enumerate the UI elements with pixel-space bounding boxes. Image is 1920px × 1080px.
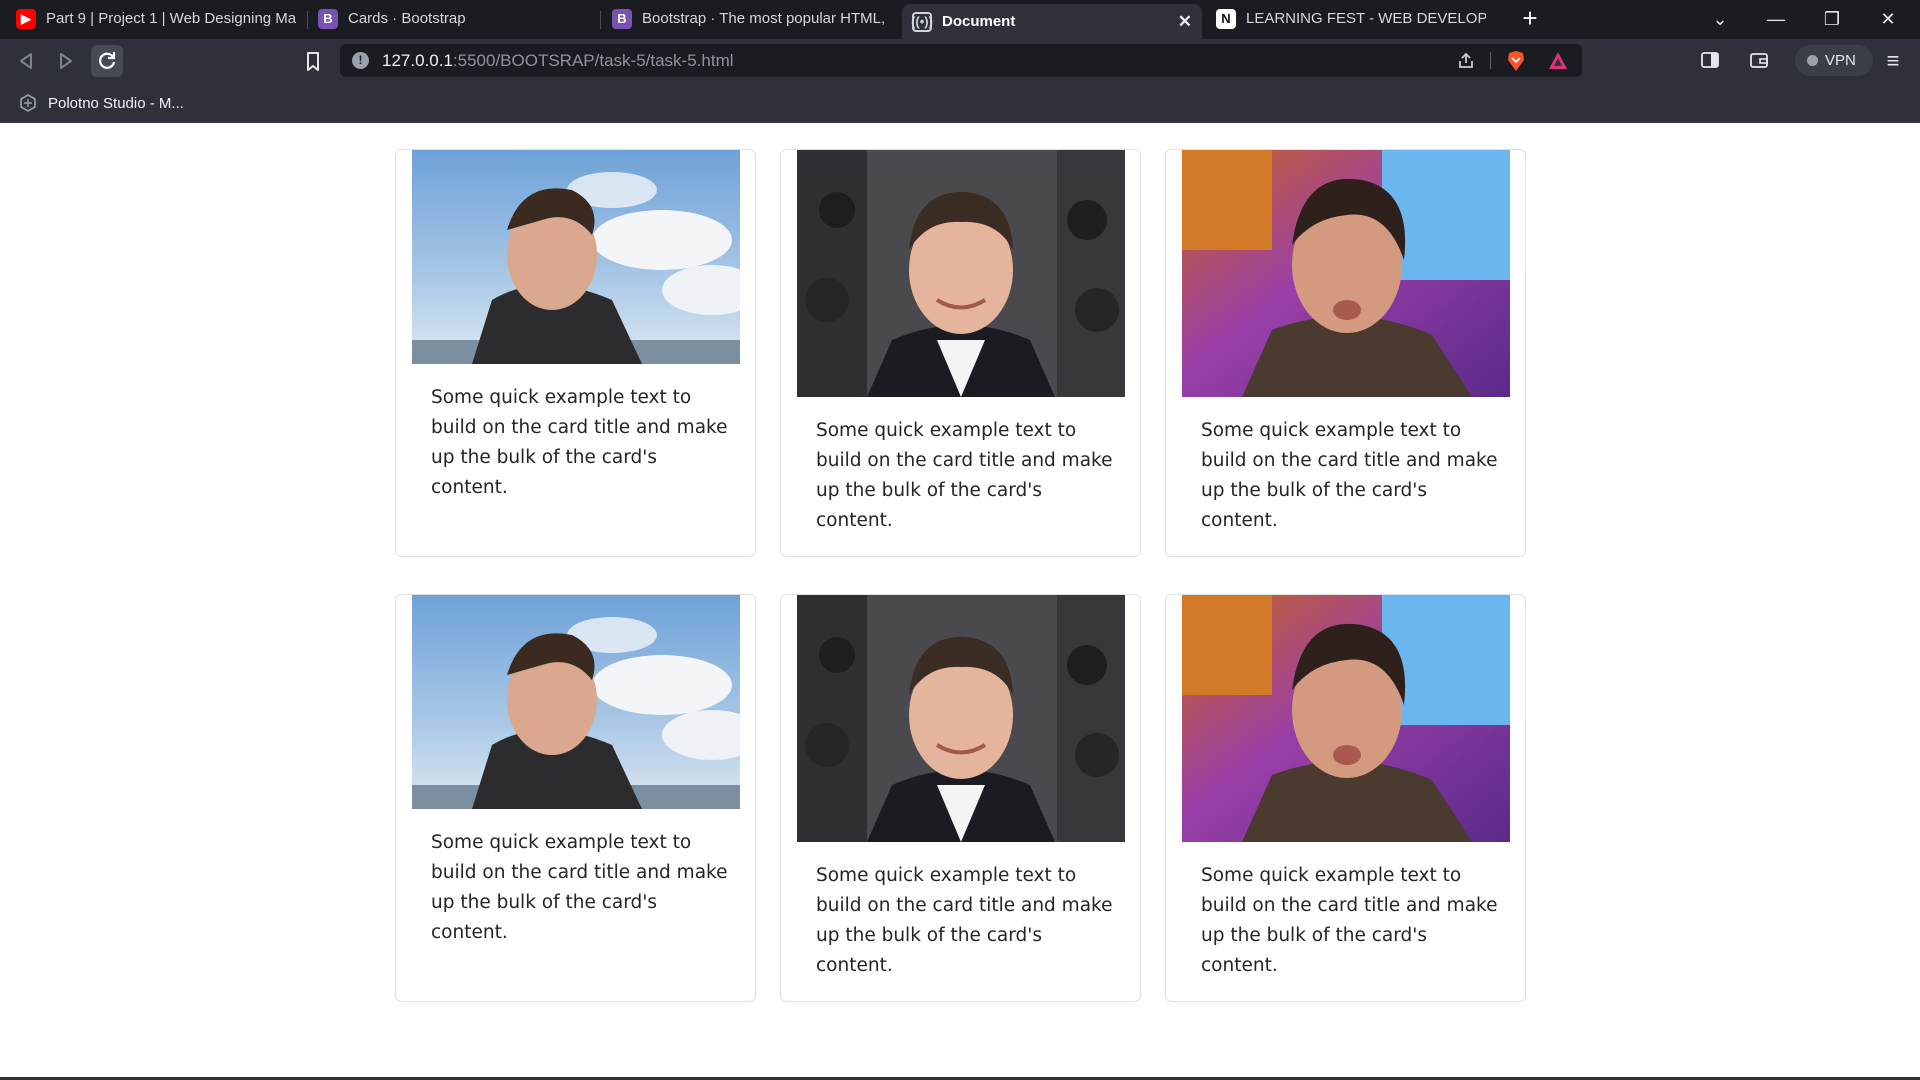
tab-title: Part 9 | Project 1 | Web Designing Mak — [46, 10, 296, 27]
tab-search-dropdown-icon[interactable]: ⌄ — [1692, 0, 1748, 38]
tab-title: Bootstrap · The most popular HTML, C — [642, 10, 890, 27]
reload-button[interactable] — [91, 45, 123, 77]
brave-rewards-icon[interactable] — [1548, 51, 1568, 70]
card-text: Some quick example text to build on the … — [1201, 420, 1498, 531]
vpn-status-icon — [1807, 55, 1818, 66]
card-image-portrait-red-carpet — [797, 595, 1125, 842]
menu-icon[interactable]: ≡ — [1880, 48, 1906, 74]
polotno-icon — [20, 94, 36, 112]
browser-toolbar: ! 127.0.0.1:5500/BOOTSRAP/task-5/task-5.… — [0, 39, 1920, 82]
bookmark-page-button[interactable] — [300, 45, 326, 77]
vpn-button[interactable]: VPN — [1795, 45, 1873, 76]
card-image-portrait-colorful — [1182, 595, 1510, 842]
sidebar-toggle-icon[interactable] — [1700, 50, 1720, 70]
bookmarks-bar: Polotno Studio - M... — [0, 82, 1920, 123]
card: Some quick example text to build on the … — [1165, 149, 1526, 557]
bookmark-icon — [307, 52, 319, 71]
tab-cards-bootstrap[interactable]: B Cards · Bootstrap — [308, 2, 600, 35]
restore-button[interactable]: ❐ — [1804, 0, 1860, 38]
tab-youtube[interactable]: ▶ Part 9 | Project 1 | Web Designing Mak — [6, 2, 306, 35]
card-text: Some quick example text to build on the … — [816, 420, 1113, 531]
address-divider — [1490, 52, 1491, 69]
url-path: :5500/BOOTSRAP/task-5/task-5.html — [452, 51, 734, 70]
site-info-icon[interactable]: ! — [352, 52, 369, 69]
reload-icon — [99, 52, 116, 69]
tab-title: Cards · Bootstrap — [348, 10, 466, 27]
back-arrow-icon — [20, 53, 32, 69]
tab-title: LEARNING FEST - WEB DEVELOPMENT — [1246, 10, 1486, 27]
card: Some quick example text to build on the … — [780, 149, 1141, 557]
notion-icon: N — [1216, 8, 1236, 29]
tab-bootstrap-home[interactable]: B Bootstrap · The most popular HTML, C — [602, 2, 900, 35]
vpn-label: VPN — [1825, 52, 1856, 69]
close-window-button[interactable]: ✕ — [1860, 0, 1916, 38]
card: Some quick example text to build on the … — [780, 594, 1141, 1002]
bookmark-label: Polotno Studio - M... — [48, 94, 184, 112]
bookmark-polotno-studio[interactable]: Polotno Studio - M... — [18, 90, 184, 116]
page-viewport: Some quick example text to build on the … — [0, 123, 1920, 1077]
close-tab-icon[interactable]: ✕ — [1178, 12, 1192, 32]
card-image-portrait-red-carpet — [797, 150, 1125, 397]
minimize-button[interactable]: — — [1748, 0, 1804, 38]
tab-title: Document — [942, 13, 1016, 30]
share-icon[interactable] — [1456, 51, 1476, 71]
broadcast-icon: ((•)) — [911, 11, 933, 32]
forward-button[interactable] — [50, 45, 82, 77]
card-text: Some quick example text to build on the … — [431, 387, 728, 498]
address-bar[interactable]: ! 127.0.0.1:5500/BOOTSRAP/task-5/task-5.… — [340, 44, 1582, 77]
card-image-portrait-outdoor — [412, 150, 740, 364]
card-text: Some quick example text to build on the … — [431, 832, 728, 943]
card-text: Some quick example text to build on the … — [1201, 865, 1498, 976]
card-text: Some quick example text to build on the … — [816, 865, 1113, 976]
tab-divider — [600, 11, 601, 29]
brave-shields-icon[interactable] — [1506, 50, 1526, 72]
tab-document[interactable]: ((•)) Document ✕ — [902, 4, 1202, 39]
back-button[interactable] — [10, 45, 42, 77]
url-host: 127.0.0.1 — [382, 51, 453, 70]
bootstrap-icon: B — [612, 8, 632, 29]
forward-arrow-icon — [60, 53, 72, 69]
tab-learning-fest[interactable]: N LEARNING FEST - WEB DEVELOPMENT — [1206, 2, 1496, 35]
card: Some quick example text to build on the … — [1165, 594, 1526, 1002]
card: Some quick example text to build on the … — [395, 594, 756, 1002]
tab-strip: ▶ Part 9 | Project 1 | Web Designing Mak… — [0, 0, 1920, 39]
bootstrap-icon: B — [318, 8, 338, 29]
wallet-icon[interactable] — [1749, 50, 1769, 70]
card: Some quick example text to build on the … — [395, 149, 756, 557]
new-tab-button[interactable]: + — [1515, 4, 1545, 34]
youtube-icon: ▶ — [16, 8, 36, 29]
card-image-portrait-colorful — [1182, 150, 1510, 397]
url-text[interactable]: 127.0.0.1:5500/BOOTSRAP/task-5/task-5.ht… — [382, 51, 734, 71]
card-image-portrait-outdoor — [412, 595, 740, 809]
